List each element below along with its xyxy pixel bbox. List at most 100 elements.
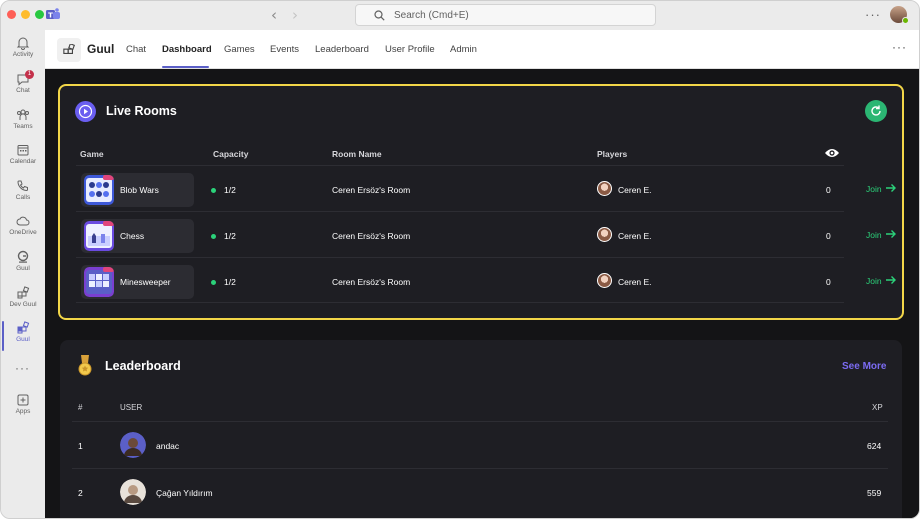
live-play-icon [75, 101, 96, 122]
join-button[interactable]: Join [866, 276, 882, 286]
grid-icon [63, 44, 75, 54]
status-dot [211, 280, 216, 285]
cloud-icon [16, 216, 30, 226]
rail-item-calls[interactable]: Calls [1, 179, 45, 213]
viewer-count: 0 [826, 277, 831, 287]
plus-box-icon [17, 394, 29, 406]
join-button[interactable]: Join [866, 184, 882, 194]
arrow-right-icon[interactable] [885, 183, 897, 193]
close-window-button[interactable] [7, 10, 16, 19]
grid-icon [17, 286, 30, 299]
search-placeholder: Search (Cmd+E) [394, 10, 469, 21]
see-more-link[interactable]: See More [842, 361, 886, 372]
more-options-icon[interactable]: ··· [865, 7, 881, 22]
minesweeper-thumbnail [84, 267, 114, 297]
rail-item-guul[interactable]: Guul [1, 321, 45, 355]
app-header: Guul Chat Dashboard Games Events Leaderb… [45, 30, 919, 69]
grid-icon [17, 321, 30, 334]
game-name: Minesweeper [120, 277, 171, 287]
rail-item-chat[interactable]: 1 Chat [1, 70, 45, 106]
guul-app: Guul Chat Dashboard Games Events Leaderb… [45, 30, 919, 518]
forward-arrow-icon[interactable]: › [292, 7, 298, 23]
tab-user-profile[interactable]: User Profile [385, 44, 435, 55]
rail-item-dev-guul[interactable]: Dev Guul [1, 286, 45, 320]
more-apps-icon[interactable]: ··· [15, 361, 30, 375]
table-row: Blob Wars 1/2 Ceren Ersöz's Room Ceren E… [76, 165, 896, 211]
rail-label: Guul [16, 265, 30, 272]
dashboard: Live Rooms Game Capacity Room Name Playe… [45, 69, 919, 518]
chess-thumbnail [84, 221, 114, 251]
rail-item-guul-bot[interactable]: Guul [1, 250, 45, 284]
app-title: Guul [87, 42, 115, 56]
user-avatar [120, 432, 146, 458]
calendar-icon [17, 145, 29, 156]
back-arrow-icon[interactable]: ‹ [271, 7, 277, 23]
tab-dashboard[interactable]: Dashboard [162, 44, 212, 55]
room-name: Ceren Ersöz's Room [332, 231, 411, 241]
rail-item-onedrive[interactable]: OneDrive [1, 214, 45, 248]
leaderboard-row: 1 andac 624 [72, 421, 888, 468]
column-header-players: Players [597, 149, 628, 159]
leaderboard-row: 2 Çağan Yıldırım 559 [72, 468, 888, 515]
rail-label: Calendar [9, 158, 37, 165]
player-avatar [597, 273, 612, 288]
viewer-count: 0 [826, 185, 831, 195]
player-avatar [597, 227, 612, 242]
arrow-right-icon[interactable] [885, 275, 897, 285]
bell-icon [16, 37, 30, 50]
tab-games[interactable]: Games [224, 44, 255, 55]
search-input[interactable]: Search (Cmd+E) [355, 4, 656, 26]
player-name: Ceren E. [618, 231, 652, 241]
rail-item-apps[interactable]: Apps [1, 393, 45, 427]
xp-value: 624 [867, 441, 882, 451]
leaderboard-card: Leaderboard See More # USER XP 1 andac 6… [60, 340, 902, 518]
capacity-value: 1/2 [224, 277, 236, 287]
game-chip: Blob Wars [81, 173, 194, 207]
player-name: Ceren E. [618, 277, 652, 287]
svg-text:T: T [48, 12, 53, 20]
rail-label: OneDrive [9, 229, 37, 236]
teams-icon [17, 109, 29, 120]
user-avatar [120, 479, 146, 505]
capacity-value: 1/2 [224, 231, 236, 241]
game-name: Blob Wars [120, 185, 159, 195]
app-rail: Activity 1 Chat Teams Calendar Calls One… [1, 30, 45, 518]
rail-item-teams[interactable]: Teams [1, 108, 45, 142]
player-avatar [597, 181, 612, 196]
join-button[interactable]: Join [866, 230, 882, 240]
game-name: Chess [120, 231, 145, 241]
leaderboard-title: Leaderboard [105, 359, 181, 373]
active-tab-indicator [162, 66, 209, 68]
phone-icon [17, 180, 28, 192]
tab-admin[interactable]: Admin [450, 44, 477, 55]
tab-leaderboard[interactable]: Leaderboard [315, 44, 369, 55]
xp-value: 559 [867, 488, 882, 498]
medal-icon [78, 355, 92, 376]
minimize-window-button[interactable] [21, 10, 30, 19]
table-row: Chess 1/2 Ceren Ersöz's Room Ceren E. 0 … [76, 211, 896, 257]
game-chip: Chess [81, 219, 194, 253]
arrow-right-icon[interactable] [885, 229, 897, 239]
live-rooms-card: Live Rooms Game Capacity Room Name Playe… [58, 84, 904, 320]
room-name: Ceren Ersöz's Room [332, 185, 411, 195]
refresh-button[interactable] [865, 100, 887, 122]
teams-window: T ‹ › Search (Cmd+E) ··· Activity 1 Chat… [0, 0, 920, 519]
rail-label: Apps [15, 408, 31, 415]
room-name: Ceren Ersöz's Room [332, 277, 411, 287]
viewer-count: 0 [826, 231, 831, 241]
tab-events[interactable]: Events [270, 44, 299, 55]
rail-item-calendar[interactable]: Calendar [1, 143, 45, 177]
status-dot [211, 234, 216, 239]
status-dot [211, 188, 216, 193]
more-options-icon[interactable]: ··· [892, 40, 907, 54]
zoom-window-button[interactable] [35, 10, 44, 19]
guul-icon [17, 250, 29, 263]
eye-icon [825, 149, 839, 157]
column-header-user: USER [120, 403, 143, 412]
title-bar: T ‹ › Search (Cmd+E) ··· [1, 1, 919, 30]
rail-item-activity[interactable]: Activity [1, 36, 45, 70]
tab-chat[interactable]: Chat [126, 44, 146, 55]
teams-logo-icon: T [46, 8, 60, 20]
rail-label: Teams [13, 123, 33, 130]
column-header-xp: XP [872, 403, 883, 412]
